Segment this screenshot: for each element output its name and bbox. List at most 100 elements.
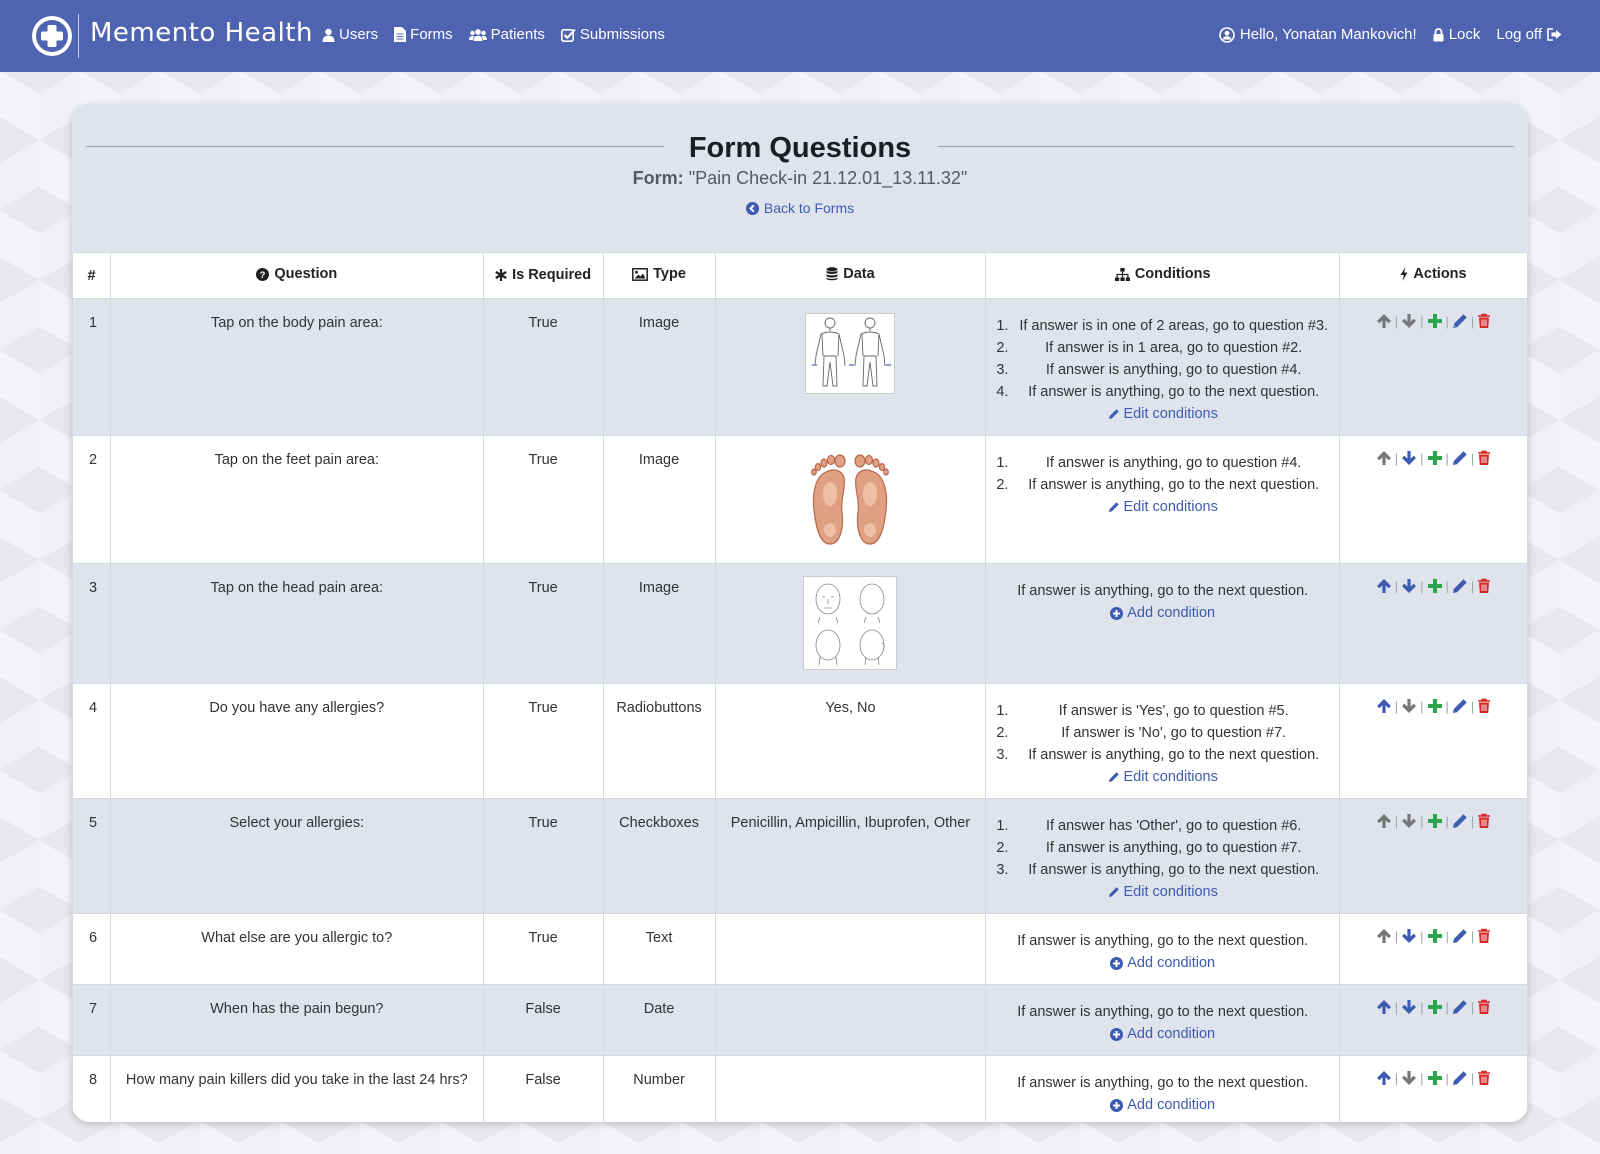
edit-conditions-link[interactable]: Edit conditions: [1108, 881, 1218, 903]
col-header-data[interactable]: Data: [714, 252, 987, 299]
edit-question-button[interactable]: [1452, 450, 1468, 466]
move-down-button[interactable]: [1401, 313, 1417, 329]
move-up-button[interactable]: [1376, 999, 1392, 1015]
move-up-button[interactable]: [1376, 578, 1392, 594]
move-up-button[interactable]: [1376, 313, 1392, 329]
move-down-button[interactable]: [1401, 698, 1417, 714]
col-header-question[interactable]: ? Question: [109, 252, 484, 299]
delete-question-button[interactable]: [1477, 999, 1491, 1015]
add-question-button[interactable]: [1427, 999, 1443, 1015]
type-value: Checkboxes: [602, 798, 716, 914]
pencil-icon: [1452, 314, 1467, 328]
questions-table: # ? Question Is Required Type Data Condi…: [72, 252, 1528, 1122]
row-number: 4: [72, 683, 111, 799]
arrow-up-icon: [1376, 1071, 1391, 1085]
brand-name[interactable]: Memento Health: [90, 18, 313, 48]
navbar: Memento Health Users Forms Patients Subm…: [0, 0, 1600, 72]
trash-icon: [1478, 999, 1491, 1014]
move-up-button[interactable]: [1376, 928, 1392, 944]
delete-question-button[interactable]: [1477, 1070, 1491, 1086]
type-value: Image: [602, 298, 716, 436]
move-up-button[interactable]: [1376, 1070, 1392, 1086]
add-question-button[interactable]: [1427, 313, 1443, 329]
conditions-list: 1. If answer is anything, go to question …: [996, 452, 1329, 496]
body-diagram-image[interactable]: [805, 313, 896, 394]
add-question-button[interactable]: [1427, 578, 1443, 594]
data-value: [714, 1055, 987, 1122]
move-up-button[interactable]: [1376, 450, 1392, 466]
data-value: Penicillin, Ampicillin, Ibuprofen, Other: [714, 798, 987, 914]
lock-label: Lock: [1448, 26, 1481, 43]
pencil-icon: [1452, 451, 1467, 465]
add-question-button[interactable]: [1427, 698, 1443, 714]
add-question-button[interactable]: [1427, 1070, 1443, 1086]
delete-question-button[interactable]: [1477, 450, 1491, 466]
data-cell: [714, 298, 987, 436]
greeting-label: Hello, Yonatan Mankovich!: [1239, 26, 1417, 43]
feet-diagram-image[interactable]: [804, 452, 896, 548]
nav-users-label: Users: [339, 26, 379, 43]
move-down-button[interactable]: [1401, 813, 1417, 829]
database-icon: [826, 267, 838, 281]
col-header-required[interactable]: Is Required: [482, 252, 604, 299]
delete-question-button[interactable]: [1477, 578, 1491, 594]
add-question-button[interactable]: [1427, 450, 1443, 466]
logoff-link[interactable]: Log off: [1496, 26, 1562, 43]
users-icon: [468, 28, 487, 41]
col-header-num[interactable]: #: [72, 252, 111, 299]
condition-item: 4. If answer is anything, go to the next …: [996, 384, 1320, 400]
move-up-button[interactable]: [1376, 698, 1392, 714]
delete-question-button[interactable]: [1477, 928, 1491, 944]
add-question-button[interactable]: [1427, 813, 1443, 829]
edit-question-button[interactable]: [1452, 999, 1468, 1015]
delete-question-button[interactable]: [1477, 313, 1491, 329]
nav-patients[interactable]: Patients: [468, 26, 545, 43]
trash-icon: [1478, 1070, 1491, 1085]
bolt-icon: [1400, 267, 1408, 281]
edit-conditions-link[interactable]: Edit conditions: [1108, 496, 1218, 518]
medical-cross-logo-icon[interactable]: [32, 16, 72, 56]
move-down-button[interactable]: [1401, 450, 1417, 466]
lock-link[interactable]: Lock: [1433, 26, 1481, 43]
conditions-cell: 1. If answer is anything, go to question …: [985, 435, 1341, 564]
edit-question-button[interactable]: [1452, 928, 1468, 944]
add-question-button[interactable]: [1427, 928, 1443, 944]
move-up-button[interactable]: [1376, 813, 1392, 829]
edit-conditions-link[interactable]: Edit conditions: [1108, 403, 1218, 425]
plus-icon: [1427, 929, 1442, 943]
add-condition-link[interactable]: Add condition: [1110, 1094, 1215, 1116]
arrow-up-icon: [1376, 929, 1391, 943]
add-condition-link[interactable]: Add condition: [1110, 952, 1215, 974]
user-greeting[interactable]: Hello, Yonatan Mankovich!: [1219, 26, 1417, 43]
edit-conditions-link[interactable]: Edit conditions: [1108, 766, 1218, 788]
nav-users[interactable]: Users: [322, 26, 378, 43]
move-down-button[interactable]: [1401, 578, 1417, 594]
pencil-icon: [1452, 579, 1467, 593]
form-subtitle: Form: "Pain Check-in 21.12.01_13.11.32": [72, 168, 1528, 189]
delete-question-button[interactable]: [1477, 698, 1491, 714]
add-condition-link[interactable]: Add condition: [1110, 1023, 1215, 1045]
move-down-button[interactable]: [1401, 999, 1417, 1015]
col-header-type[interactable]: Type: [602, 252, 716, 299]
edit-question-button[interactable]: [1452, 698, 1468, 714]
arrow-down-icon: [1402, 814, 1417, 828]
move-down-button[interactable]: [1401, 1070, 1417, 1086]
nav-forms[interactable]: Forms: [394, 26, 453, 43]
delete-question-button[interactable]: [1477, 813, 1491, 829]
plus-circle-icon: [1110, 1027, 1124, 1041]
back-to-forms-link[interactable]: Back to Forms: [72, 200, 1528, 218]
condition-item: 2. If answer is anything, go to question …: [996, 840, 1302, 856]
move-down-button[interactable]: [1401, 928, 1417, 944]
edit-question-button[interactable]: [1452, 313, 1468, 329]
col-header-conditions[interactable]: Conditions: [985, 252, 1341, 299]
user-icon: [322, 28, 335, 42]
edit-question-button[interactable]: [1452, 1070, 1468, 1086]
add-condition-link[interactable]: Add condition: [1110, 602, 1215, 624]
question-text: Tap on the body pain area:: [109, 298, 484, 436]
col-header-actions[interactable]: Actions: [1339, 252, 1528, 299]
nav-submissions[interactable]: Submissions: [560, 26, 665, 43]
brand-divider: [78, 14, 79, 58]
edit-question-button[interactable]: [1452, 578, 1468, 594]
edit-question-button[interactable]: [1452, 813, 1468, 829]
head-diagram-image[interactable]: [803, 576, 898, 670]
